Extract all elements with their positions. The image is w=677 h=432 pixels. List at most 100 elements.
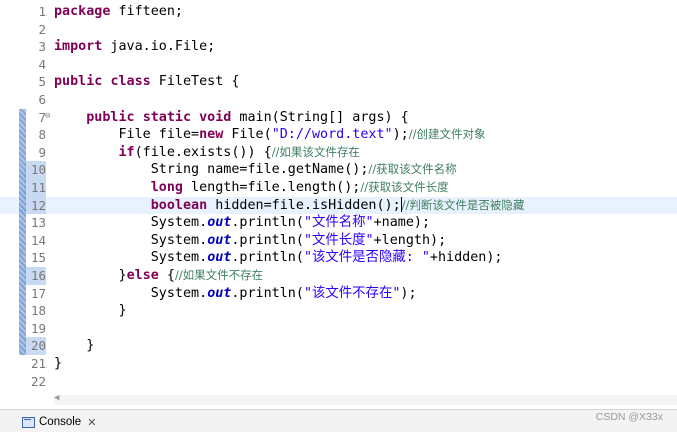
code-token: new <box>199 127 224 143</box>
line-number: 22 <box>30 373 46 389</box>
code-text: System.out.println("文件名称"+name); <box>54 214 430 232</box>
code-line[interactable]: 1 package fifteen; <box>0 3 677 21</box>
bottom-panel-tabs: Console ✕ <box>0 409 677 432</box>
line-number: 2 <box>38 21 46 37</box>
line-number: 4 <box>38 56 46 72</box>
code-token: File( <box>223 127 272 143</box>
code-text: } <box>54 355 62 373</box>
scroll-left-arrow-icon[interactable]: ◀ <box>54 393 59 403</box>
code-line[interactable]: 11 long length=file.length();//获取该文件长度 <box>0 179 677 197</box>
code-line[interactable]: 9 if(file.exists()) {//如果该文件存在 <box>0 144 677 162</box>
code-token: length=file.length(); <box>183 180 361 195</box>
code-line[interactable]: 13 System.out.println("文件名称"+name); <box>0 214 677 232</box>
quick-diff-marker <box>19 108 26 355</box>
code-token: File file= <box>54 127 200 143</box>
code-token: "该文件不存在" <box>303 285 401 301</box>
line-number: 14 <box>30 232 46 248</box>
code-token: .println( <box>231 215 304 231</box>
code-token: } <box>54 356 63 371</box>
code-text: public static void main(String[] args) { <box>54 109 409 127</box>
line-number: 16 <box>24 267 46 285</box>
code-line[interactable]: 3 import java.io.File; <box>0 38 677 56</box>
code-text: System.out.println("该文件是否隐藏: "+hidden); <box>54 249 503 267</box>
code-token: long <box>150 180 183 195</box>
code-token: +length); <box>373 232 447 248</box>
code-line[interactable]: 12 boolean hidden=file.isHidden();//判断该文… <box>0 196 677 215</box>
code-token: .println( <box>231 250 304 266</box>
code-token: java.io.File; <box>102 39 216 55</box>
code-line[interactable]: 21} <box>0 355 677 373</box>
code-line[interactable]: 5 public class FileTest { <box>0 73 677 91</box>
code-line[interactable]: 10 String name=file.getName();//获取该文件名称 <box>0 161 677 179</box>
code-token: fifteen; <box>110 4 183 19</box>
code-line[interactable]: 8 File file=new File("D://word.text");//… <box>0 126 677 144</box>
close-icon[interactable]: ✕ <box>87 416 96 429</box>
code-text: } <box>54 337 94 355</box>
code-token: FileTest { <box>150 74 240 90</box>
code-text: } <box>54 302 127 320</box>
code-text: import java.io.File; <box>54 38 215 56</box>
code-line[interactable]: 4 <box>0 56 677 74</box>
code-token: //获取该文件长度 <box>360 180 449 194</box>
code-token: System. <box>54 215 208 231</box>
code-line[interactable]: 18 } <box>0 302 677 320</box>
code-line[interactable]: 14 System.out.println("文件长度"+length); <box>0 232 677 250</box>
code-token: out <box>207 250 232 266</box>
code-line[interactable]: 17 System.out.println("该文件不存在"); <box>0 285 677 303</box>
code-token: class <box>110 74 151 90</box>
code-line[interactable]: 16 }else {//如果文件不存在 <box>0 267 677 285</box>
line-number: 13 <box>30 215 46 231</box>
code-line[interactable]: 15 System.out.println("该文件是否隐藏: "+hidden… <box>0 249 677 267</box>
code-token: out <box>207 232 232 248</box>
code-token: String name=file.getName(); <box>54 162 369 178</box>
code-token: } <box>54 303 127 319</box>
code-token: "文件长度" <box>303 232 374 248</box>
code-token: //如果该文件存在 <box>271 144 360 159</box>
code-line[interactable]: 2 <box>0 21 677 39</box>
code-token: //创建文件对象 <box>408 127 486 142</box>
code-token: main(String[] args) { <box>231 109 409 125</box>
code-text: package fifteen; <box>54 3 183 21</box>
code-token: .println( <box>231 232 304 248</box>
code-token: +hidden); <box>429 250 503 266</box>
code-text: System.out.println("该文件不存在"); <box>54 285 417 303</box>
code-token: ); <box>392 127 409 143</box>
code-line[interactable]: 22 <box>0 373 677 391</box>
code-token: boolean <box>150 197 208 213</box>
fold-toggle-icon[interactable]: ⊖ <box>45 108 50 126</box>
code-token: .println( <box>231 285 304 301</box>
code-text: String name=file.getName();//获取该文件名称 <box>54 161 457 179</box>
code-line[interactable]: 6 <box>0 91 677 109</box>
code-token: +name); <box>373 215 431 231</box>
line-number: 5 <box>38 74 46 90</box>
code-token: "D://word.text" <box>271 127 393 143</box>
code-editor[interactable]: ‹ 1package fifteen;23import java.io.File… <box>0 0 677 395</box>
line-number: 6 <box>38 92 46 107</box>
line-number: 20 <box>24 337 46 355</box>
code-text: System.out.println("文件长度"+length); <box>54 232 446 250</box>
horizontal-scrollbar[interactable]: ◀ <box>54 393 677 405</box>
code-line[interactable]: 19 <box>0 320 677 338</box>
code-token: static <box>142 109 192 125</box>
code-text: public class FileTest { <box>54 73 239 91</box>
code-line[interactable]: 20 } <box>0 337 677 355</box>
line-number: 19 <box>30 320 46 336</box>
code-token: "文件名称" <box>303 215 374 231</box>
code-token: void <box>199 109 232 125</box>
tab-console[interactable]: Console ✕ <box>22 413 96 431</box>
code-token: hidden=file.isHidden(); <box>207 197 401 213</box>
code-token: } <box>54 338 95 354</box>
line-number: 11 <box>24 179 46 197</box>
code-text: boolean hidden=file.isHidden();//判断该文件是否… <box>54 197 524 215</box>
line-number: 7 <box>38 109 46 125</box>
code-token: (file.exists()) { <box>134 144 272 160</box>
code-line[interactable]: 7 ⊖ public static void main(String[] args… <box>0 109 677 127</box>
code-text: File file=new File("D://word.text");//创建… <box>54 126 486 144</box>
code-text: if(file.exists()) {//如果该文件存在 <box>54 144 360 162</box>
